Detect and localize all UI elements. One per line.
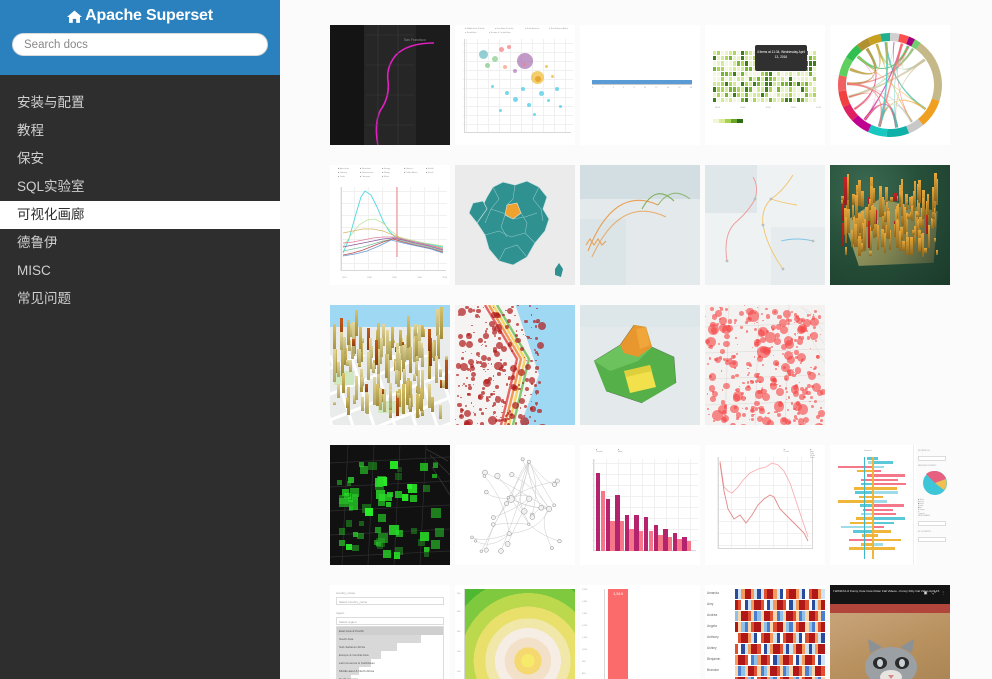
horizon-row-label: Ashley [707,646,717,650]
brand[interactable]: Apache Superset [67,7,213,25]
video-alert: Never connect it your DIY Secretary WHEE… [830,604,950,618]
filter-label-country: country_name [336,591,356,595]
brand-title: Apache Superset [85,7,213,24]
horizon-row-label: Andrea [707,613,718,617]
filter-option[interactable]: Middle East & North Africa [337,667,443,675]
gallery-thumb-dashboard[interactable]: Pyramid FILTERS ON REGION/COUNTRY ■ East… [830,445,950,565]
horizon-row-label: Amanda [707,591,719,595]
gallery-thumb-path-map[interactable] [705,165,825,285]
big-number-value: 1,519 [608,589,628,679]
sidebar-item-tutorial[interactable]: 教程 [0,117,280,145]
page-root: Apache Superset 安装与配置 教程 保安 SQL实验室 可视化画廊… [0,0,992,679]
gallery-thumb-line-chart[interactable]: ■ Agriculture ■ Education ■ Energy ■ Fin… [330,165,450,285]
filter-input-region[interactable]: Select region [336,617,444,625]
sidebar-nav: 安装与配置 教程 保安 SQL实验室 可视化画廊 德鲁伊 MISC 常见问题 [0,75,280,679]
calendar-tooltip: 4 items at 11:34, Wednesday April 13, 20… [755,45,807,71]
filter-option[interactable]: North America [337,675,443,679]
gallery-row: San Francisco [330,25,955,425]
gallery-thumb-filter-box[interactable]: country_name Select country_name region … [330,585,450,679]
gallery-row: ■ Agriculture ■ Education ■ Energy ■ Fin… [330,165,955,285]
horizon-row-label: Brandon [707,668,720,672]
gallery-thumb-deck-path-dark[interactable]: San Francisco [330,25,450,145]
sidebar-item-faq[interactable]: 常见问题 [0,285,280,313]
search-wrap [12,33,268,56]
gallery-thumb-bar-chart[interactable]: ■ Female ■ Male [580,445,700,565]
gallery-thumb-video[interactable]: I WASN'd of Funny Cute Cute Kitten Fail … [830,585,950,679]
horizon-row-label: Benjamin [707,657,721,661]
gallery-thumb-deck-polygon-3d[interactable] [580,305,700,425]
search-input[interactable] [12,33,268,56]
gallery-thumb-chord-diagram[interactable] [830,25,950,145]
gallery-thumb-dual-axis-line[interactable]: ■ Count ■ Avg. Sum Flight Date [705,445,825,565]
filter-option[interactable]: South Asia [337,635,443,643]
sidebar-item-install[interactable]: 安装与配置 [0,89,280,117]
sidebar-item-druid[interactable]: 德鲁伊 [0,229,280,257]
video-controls-icon[interactable]: ▣ ⤢ ⋮ [924,590,947,595]
svg-text:San Francisco: San Francisco [404,38,426,42]
gallery-thumb-country-map-france[interactable] [455,165,575,285]
sidebar-item-visualization-gallery[interactable]: 可视化画廊 [0,201,280,229]
gallery-thumb-force-graph[interactable] [455,445,575,565]
gallery-thumb-big-number[interactable]: 1,500 1,400 1,300 1,200 1,100 1,000 900 … [580,585,700,679]
sidebar: Apache Superset 安装与配置 教程 保安 SQL实验室 可视化画廊… [0,0,280,679]
horizon-row-label: Anthony [707,635,719,639]
gallery-thumb-deck-3d-satellite[interactable] [830,165,950,285]
gallery-thumb-screengrid[interactable] [330,445,450,565]
home-icon [67,10,83,24]
gallery-thumb-arc-flow-map[interactable] [580,165,700,285]
gallery-thumb-horizon-chart[interactable]: Amanda Amy Andrea Angela Anthony Ashley Benjam… [705,585,825,679]
sidebar-item-sql-lab[interactable]: SQL实验室 [0,173,280,201]
filter-options-list[interactable]: East Asia & Pacific South Asia Sub-Sahar… [336,626,444,679]
gallery-thumb-deck-3d-street[interactable] [330,305,450,425]
gallery-thumb-deck-scatter-zoom[interactable] [705,305,825,425]
gallery-thumb-horizontal-bar[interactable]: 0 2 4 6 8 10 12 14 16 18 [580,25,700,145]
gallery-thumb-bubble-chart[interactable]: ● Middle East & North ● East Asia & Paci… [455,25,575,145]
gallery-thumb-scatter-map[interactable] [455,305,575,425]
filter-option[interactable]: East Asia & Pacific [337,627,443,635]
sidebar-header: Apache Superset [0,0,280,75]
filter-option[interactable]: Latin America & Caribbean [337,659,443,667]
sidebar-item-security[interactable]: 保安 [0,145,280,173]
filter-input-country[interactable]: Select country_name [336,597,444,605]
visualization-gallery: 150k 120k 90k 60k 30k 0 ● Middle East & … [330,25,955,679]
gallery-row: country_name Select country_name region … [330,585,955,679]
gallery-thumb-calendar-heatmap[interactable]: 08:00 09:00 10:00 11:00 12:00 4 items at… [705,25,825,145]
filter-option[interactable]: Europe & Central Asia [337,651,443,659]
gallery-thumb-contour-heatmap[interactable]: 500 400 300 200 100 [455,585,575,679]
filter-label-region: region [336,611,345,615]
horizon-row-label: Angela [707,624,717,628]
horizon-row-label: Amy [707,602,714,606]
filter-option[interactable]: Sub-Saharan Africa [337,643,443,651]
content-area: 150k 120k 90k 60k 30k 0 ● Middle East & … [280,0,992,679]
sidebar-item-misc[interactable]: MISC [0,257,280,285]
gallery-row: ■ Female ■ Male ■ Count ■ Avg. Sum Fligh… [330,445,955,565]
